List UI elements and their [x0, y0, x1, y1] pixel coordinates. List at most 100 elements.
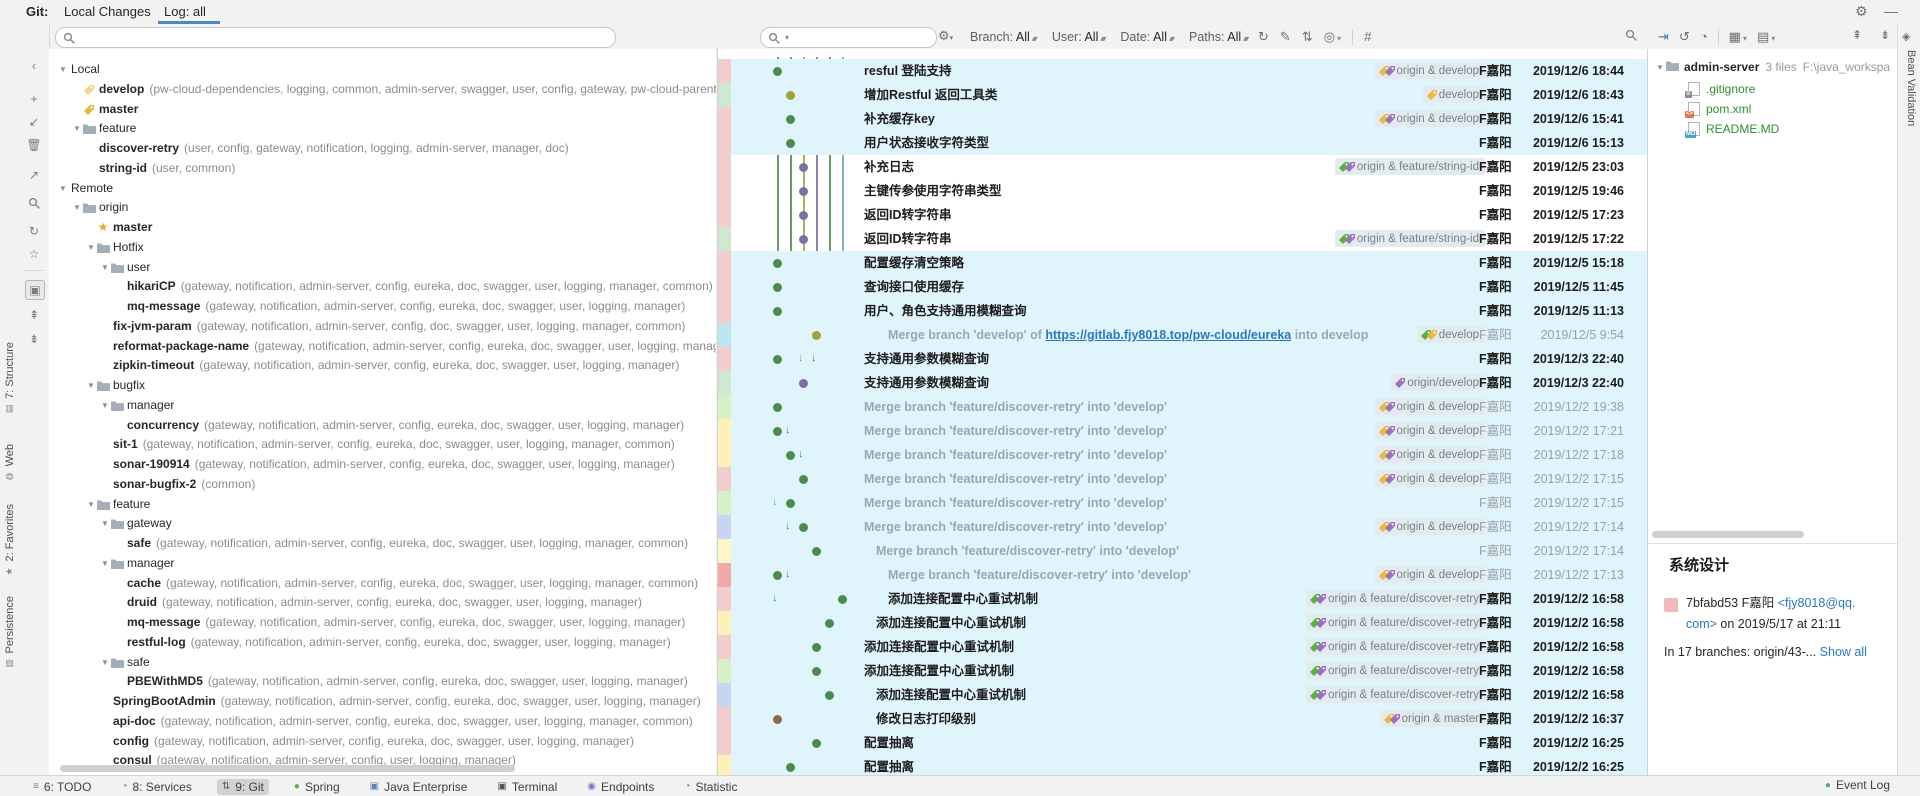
delete-icon[interactable]: 🗑	[25, 136, 43, 154]
commit-row[interactable]: 添加连接配置中心重试机制origin & feature/discover-re…	[731, 659, 1648, 683]
branches-hscrollbar[interactable]	[60, 765, 515, 772]
tree-row-fix-jvm-param[interactable]: fix-jvm-param(gateway, notification, adm…	[49, 317, 716, 336]
back-icon[interactable]: ‹	[25, 57, 43, 75]
pin-icon[interactable]: ⇥	[1658, 29, 1669, 45]
expander-icon[interactable]: ▼	[100, 514, 110, 533]
log-search-input[interactable]: ▾	[760, 27, 937, 48]
commit-row[interactable]: Merge branch 'feature/discover-retry' in…	[731, 467, 1648, 491]
commit-row[interactable]: 修改日志打印级别origin & masterF嘉阳2019/12/2 16:3…	[731, 707, 1648, 731]
tab-log-all[interactable]: Log: all	[164, 4, 206, 19]
commit-row[interactable]: 添加连接配置中心重试机制origin & feature/discover-re…	[731, 635, 1648, 659]
changed-files-root[interactable]: ▼admin-server3 filesF:\java_workspa	[1648, 57, 1898, 77]
commit-row[interactable]: 添加连接配置中心重试机制origin & feature/discover-re…	[731, 683, 1648, 707]
tree-row-config[interactable]: config(gateway, notification, admin-serv…	[49, 732, 716, 751]
find-commit-icon[interactable]	[1625, 29, 1637, 41]
tree-row-origin[interactable]: ▼origin	[49, 198, 716, 217]
tree-row-concurrency[interactable]: concurrency(gateway, notification, admin…	[49, 416, 716, 435]
tree-row-reformat-package-name[interactable]: reformat-package-name(gateway, notificat…	[49, 337, 716, 356]
gear-icon[interactable]: ⚙	[1855, 3, 1868, 20]
tree-row-master[interactable]: ★master	[49, 218, 716, 237]
quick-settings-icon[interactable]: ✎	[1280, 29, 1291, 45]
tree-row-hikaricp[interactable]: hikariCP(gateway, notification, admin-se…	[49, 277, 716, 296]
tree-row-hotfix[interactable]: ▼Hotfix	[49, 238, 716, 257]
expander-icon[interactable]: ▼	[100, 653, 110, 672]
tree-row-cache[interactable]: cache(gateway, notification, admin-serve…	[49, 574, 716, 593]
tree-row-sonar-190914[interactable]: sonar-190914(gateway, notification, admi…	[49, 455, 716, 474]
tree-row-string-id[interactable]: string-id(user, common)	[49, 159, 716, 178]
tree-row-develop[interactable]: develop(pw-cloud-dependencies, logging, …	[49, 80, 716, 99]
checkout-icon[interactable]: ↙	[25, 113, 43, 131]
expander-icon[interactable]: ▼	[86, 238, 96, 257]
commit-row[interactable]: 添加连接配置中心重试机制origin & feature/discover-re…	[731, 611, 1648, 635]
commit-link[interactable]: https://gitlab.fjy8018.top/pw-cloud/eure…	[1045, 328, 1291, 342]
tree-row-sit-1[interactable]: sit-1(gateway, notification, admin-serve…	[49, 435, 716, 454]
commit-row[interactable]: Merge branch 'feature/discover-retry' in…	[731, 419, 1648, 443]
sort-icon[interactable]: ⇅	[1302, 29, 1313, 45]
author-email-link2[interactable]: com>	[1686, 617, 1717, 631]
tool-window-stub--favorites[interactable]: ★2: Favorites	[1, 504, 19, 575]
tree-row-master[interactable]: master	[49, 100, 716, 119]
commit-row[interactable]: Merge branch 'feature/discover-retry' in…	[731, 515, 1648, 539]
tree-row-mq-message[interactable]: mq-message(gateway, notification, admin-…	[49, 297, 716, 316]
commit-row[interactable]: 返回ID转字符串F嘉阳2019/12/5 17:23	[731, 203, 1648, 227]
filter-user[interactable]: User: All▴▾	[1052, 30, 1105, 44]
commit-row[interactable]: 配置缓存清空策略F嘉阳2019/12/5 15:18	[731, 251, 1648, 275]
commit-row[interactable]: 支持通用参数模糊查询origin/developF嘉阳2019/12/3 22:…	[731, 371, 1648, 395]
tree-row-bugfix[interactable]: ▼bugfix	[49, 376, 716, 395]
search-icon[interactable]	[25, 194, 43, 212]
details-hscrollbar[interactable]	[1652, 531, 1804, 538]
expander-icon[interactable]: ▼	[1654, 63, 1666, 72]
expand-all-icon[interactable]: ⇞	[25, 306, 43, 324]
tree-row-gateway[interactable]: ▼gateway	[49, 514, 716, 533]
go-to-hash-icon[interactable]: #	[1364, 29, 1371, 44]
group-by-directory-icon[interactable]: ▣	[25, 280, 45, 300]
tool-window-stub-web[interactable]: ◍Web	[1, 444, 19, 480]
commit-row[interactable]: 补充缓存keyorigin & developF嘉阳2019/12/6 15:4…	[731, 107, 1648, 131]
expander-icon[interactable]: ▼	[100, 396, 110, 415]
tab-local-changes[interactable]: Local Changes	[64, 4, 151, 19]
tree-row-manager[interactable]: ▼manager	[49, 396, 716, 415]
commit-row[interactable]: 查询接口使用缓存F嘉阳2019/12/5 11:45	[731, 275, 1648, 299]
presentation-settings-icon[interactable]: ◎▾	[1324, 29, 1341, 45]
changed-file-row[interactable]: ⊘.gitignore	[1648, 79, 1898, 99]
refresh-icon[interactable]: ↻	[25, 222, 43, 240]
expand-all-icon[interactable]: ⇞	[1852, 28, 1862, 42]
tree-row-local[interactable]: ▼Local	[49, 60, 716, 79]
tree-row-restful-log[interactable]: restful-log(gateway, notification, admin…	[49, 633, 716, 652]
tree-row-feature[interactable]: ▼feature	[49, 119, 716, 138]
commit-row[interactable]: 增加Restful 返回工具类developF嘉阳2019/12/6 18:43	[731, 83, 1648, 107]
commit-row[interactable]: 配置抽离F嘉阳2019/12/2 16:25	[731, 731, 1648, 755]
expander-icon[interactable]: ▼	[100, 258, 110, 277]
commit-row[interactable]: Merge branch 'feature/discover-retry' in…	[731, 395, 1648, 419]
expander-icon[interactable]: ▼	[100, 554, 110, 573]
tree-row-api-doc[interactable]: api-doc(gateway, notification, admin-ser…	[49, 712, 716, 731]
commit-row[interactable]: 用户、角色支持通用模糊查询F嘉阳2019/12/5 11:13	[731, 299, 1648, 323]
show-all-link[interactable]: Show all	[1820, 645, 1867, 659]
filter-date[interactable]: Date: All▴▾	[1120, 30, 1173, 44]
tree-row-user[interactable]: ▼user	[49, 258, 716, 277]
view-options-icon[interactable]: ▤▾	[1757, 29, 1775, 45]
group-by-icon[interactable]: ▦▾	[1729, 29, 1747, 45]
commit-row[interactable]: Merge branch 'develop' of https://gitlab…	[731, 323, 1648, 347]
changed-file-row[interactable]: <>pom.xml	[1648, 99, 1898, 119]
tree-row-springbootadmin[interactable]: SpringBootAdmin(gateway, notification, a…	[49, 692, 716, 711]
commit-row[interactable]: Merge branch 'feature/discover-retry' in…	[731, 443, 1648, 467]
statusbar-item-statistic[interactable]: ◔Statistic	[679, 779, 742, 795]
tree-row-safe[interactable]: safe(gateway, notification, admin-server…	[49, 534, 716, 553]
commit-row[interactable]: 支持通用参数模糊查询F嘉阳2019/12/3 22:40	[731, 347, 1648, 371]
expander-icon[interactable]: ▼	[86, 376, 96, 395]
expander-icon[interactable]: ▼	[58, 179, 68, 198]
statusbar-item-endpoints[interactable]: ◉Endpoints	[582, 779, 659, 795]
favorite-icon[interactable]: ☆	[25, 245, 43, 263]
minimize-icon[interactable]: —	[1884, 3, 1898, 19]
statusbar-item--git[interactable]: ⇅9: Git	[217, 779, 269, 795]
commit-row[interactable]: resful 登陆支持origin & developF嘉阳2019/12/6 …	[731, 59, 1648, 83]
bean-validation-icon[interactable]: ◈	[1902, 30, 1910, 43]
tree-row-feature[interactable]: ▼feature	[49, 495, 716, 514]
tree-row-mq-message[interactable]: mq-message(gateway, notification, admin-…	[49, 613, 716, 632]
commit-row[interactable]: 配置抽离F嘉阳2019/12/2 16:25	[731, 755, 1648, 775]
commit-row[interactable]: 添加连接配置中心重试机制origin & feature/discover-re…	[731, 587, 1648, 611]
refresh-log-icon[interactable]: ↻	[1258, 29, 1269, 45]
tree-row-druid[interactable]: druid(gateway, notification, admin-serve…	[49, 593, 716, 612]
tree-row-discover-retry[interactable]: discover-retry(user, config, gateway, no…	[49, 139, 716, 158]
